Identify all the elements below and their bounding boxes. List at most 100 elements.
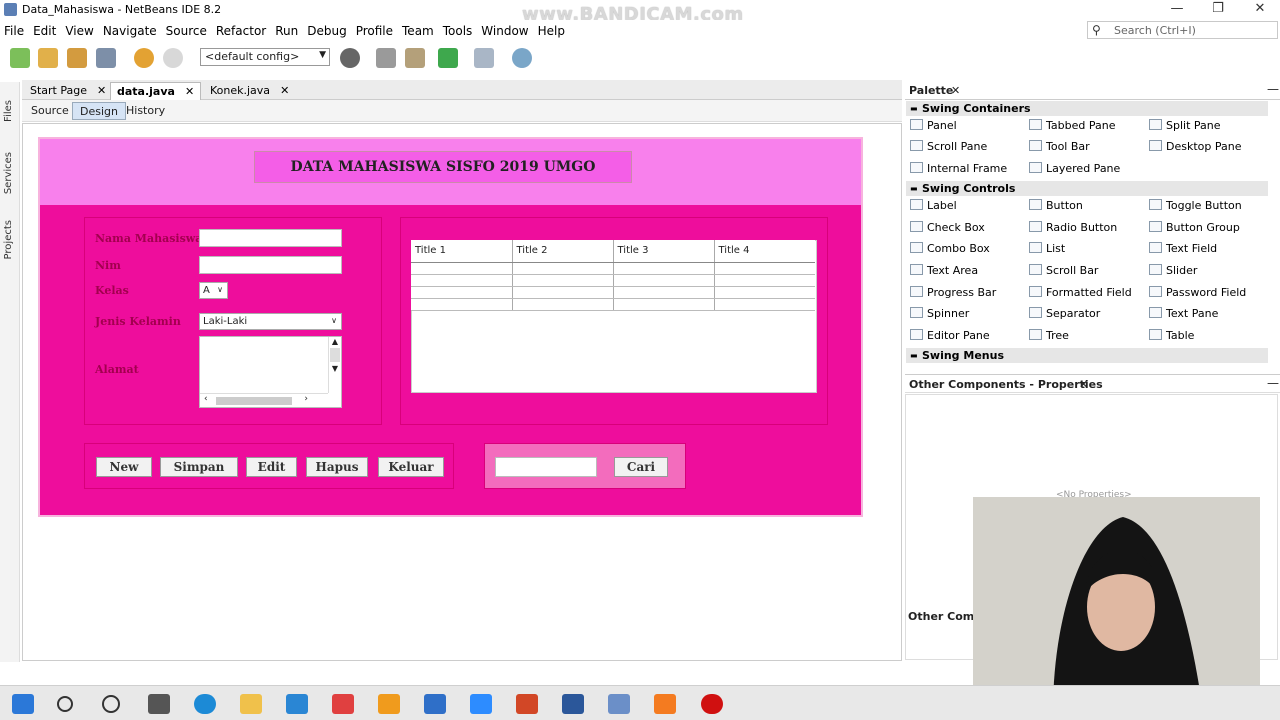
file-explorer-icon[interactable] bbox=[240, 694, 262, 714]
menu-source[interactable]: Source bbox=[166, 24, 207, 38]
table-header-3[interactable]: Title 3 bbox=[613, 240, 715, 263]
close-icon[interactable]: ✕ bbox=[1079, 378, 1088, 391]
new-project-icon[interactable] bbox=[38, 48, 58, 68]
open-project-icon[interactable] bbox=[67, 48, 87, 68]
horizontal-scrollbar[interactable]: ‹ › bbox=[200, 393, 328, 407]
palette-item-desktop-pane[interactable]: Desktop Pane bbox=[1149, 140, 1241, 153]
hapus-button[interactable]: Hapus bbox=[306, 457, 368, 477]
menu-debug[interactable]: Debug bbox=[307, 24, 346, 38]
minimize-button[interactable]: — bbox=[1157, 0, 1197, 20]
category-swing-containers[interactable]: ▬ Swing Containers bbox=[906, 101, 1268, 116]
globe-icon[interactable] bbox=[340, 48, 360, 68]
palette-item-layered-pane[interactable]: Layered Pane bbox=[1029, 162, 1120, 175]
palette-item-toggle-button[interactable]: Toggle Button bbox=[1149, 199, 1242, 212]
minimize-icon[interactable]: — bbox=[1267, 376, 1279, 390]
clean-build-icon[interactable] bbox=[405, 48, 425, 68]
side-tab-projects[interactable]: Projects bbox=[3, 220, 14, 259]
edge-icon[interactable] bbox=[194, 694, 216, 714]
netbeans-taskbar-icon[interactable] bbox=[608, 694, 630, 714]
search-input[interactable]: ⚲ Search (Ctrl+I) bbox=[1087, 21, 1278, 39]
tab-history[interactable]: History bbox=[119, 102, 172, 120]
debug-icon[interactable] bbox=[474, 48, 494, 68]
menu-help[interactable]: Help bbox=[538, 24, 565, 38]
palette-item-internal-frame[interactable]: Internal Frame bbox=[910, 162, 1007, 175]
palette-item-combo-box[interactable]: Combo Box bbox=[910, 242, 990, 255]
close-icon[interactable]: ✕ bbox=[185, 85, 194, 98]
menu-window[interactable]: Window bbox=[481, 24, 528, 38]
palette-item-spinner[interactable]: Spinner bbox=[910, 307, 969, 320]
alamat-textarea[interactable]: ▲ ▼ ‹ › bbox=[199, 336, 342, 408]
palette-item-scroll-bar[interactable]: Scroll Bar bbox=[1029, 264, 1098, 277]
palette-item-radio-button[interactable]: Radio Button bbox=[1029, 221, 1117, 234]
table-row[interactable] bbox=[411, 286, 815, 299]
run-icon[interactable] bbox=[438, 48, 458, 68]
category-swing-menus[interactable]: ▬ Swing Menus bbox=[906, 348, 1268, 363]
cari-field[interactable] bbox=[495, 457, 597, 477]
close-icon[interactable]: ✕ bbox=[97, 84, 106, 97]
table-row[interactable] bbox=[411, 262, 815, 275]
cari-button[interactable]: Cari bbox=[614, 457, 668, 477]
palette-item-editor-pane[interactable]: Editor Pane bbox=[910, 329, 990, 342]
windows-start-icon[interactable] bbox=[12, 694, 34, 714]
mail-icon[interactable] bbox=[286, 694, 308, 714]
undo-icon[interactable] bbox=[134, 48, 154, 68]
minimize-icon[interactable]: — bbox=[1267, 82, 1279, 96]
side-tab-services[interactable]: Services bbox=[3, 152, 14, 194]
tab-design[interactable]: Design bbox=[72, 102, 126, 120]
palette-item-password-field[interactable]: Password Field bbox=[1149, 286, 1246, 299]
word-icon[interactable] bbox=[562, 694, 584, 714]
close-window-button[interactable]: ✕ bbox=[1240, 0, 1280, 20]
close-icon[interactable]: ✕ bbox=[280, 84, 289, 97]
new-file-icon[interactable] bbox=[10, 48, 30, 68]
xampp-icon[interactable] bbox=[654, 694, 676, 714]
palette-item-list[interactable]: List bbox=[1029, 242, 1065, 255]
side-tab-files[interactable]: Files bbox=[3, 100, 14, 122]
table-header-2[interactable]: Title 2 bbox=[512, 240, 614, 263]
zoom-icon[interactable] bbox=[470, 694, 492, 714]
palette-item-tool-bar[interactable]: Tool Bar bbox=[1029, 140, 1090, 153]
keluar-button[interactable]: Keluar bbox=[378, 457, 444, 477]
menu-edit[interactable]: Edit bbox=[33, 24, 56, 38]
data-table[interactable]: Title 1 Title 2 Title 3 Title 4 bbox=[411, 240, 815, 311]
vertical-scrollbar[interactable]: ▲ ▼ bbox=[328, 337, 341, 393]
palette-item-tabbed-pane[interactable]: Tabbed Pane bbox=[1029, 119, 1115, 132]
cortana-icon[interactable] bbox=[102, 695, 120, 713]
tab-source[interactable]: Source bbox=[24, 102, 76, 120]
palette-item-slider[interactable]: Slider bbox=[1149, 264, 1197, 277]
build-hammer-icon[interactable] bbox=[376, 48, 396, 68]
menu-run[interactable]: Run bbox=[275, 24, 298, 38]
palette-item-split-pane[interactable]: Split Pane bbox=[1149, 119, 1221, 132]
edit-button[interactable]: Edit bbox=[246, 457, 297, 477]
palette-item-table[interactable]: Table bbox=[1149, 329, 1194, 342]
palette-item-text-pane[interactable]: Text Pane bbox=[1149, 307, 1218, 320]
tab-start-page[interactable]: Start Page ✕ bbox=[24, 82, 112, 100]
nim-field[interactable] bbox=[199, 256, 342, 274]
simpan-button[interactable]: Simpan bbox=[160, 457, 238, 477]
palette-item-label[interactable]: Label bbox=[910, 199, 957, 212]
menu-profile[interactable]: Profile bbox=[356, 24, 393, 38]
store-icon[interactable] bbox=[332, 694, 354, 714]
save-all-icon[interactable] bbox=[96, 48, 116, 68]
maximize-button[interactable]: ❐ bbox=[1198, 0, 1238, 20]
tab-data-java[interactable]: data.java ✕ bbox=[110, 82, 202, 100]
table-row[interactable] bbox=[411, 298, 815, 311]
palette-item-scroll-pane[interactable]: Scroll Pane bbox=[910, 140, 987, 153]
palette-item-check-box[interactable]: Check Box bbox=[910, 221, 985, 234]
table-header-1[interactable]: Title 1 bbox=[411, 240, 513, 263]
menu-team[interactable]: Team bbox=[402, 24, 434, 38]
menu-refactor[interactable]: Refactor bbox=[216, 24, 266, 38]
profile-icon[interactable] bbox=[512, 48, 532, 68]
close-icon[interactable]: ✕ bbox=[951, 84, 960, 97]
palette-item-button[interactable]: Button bbox=[1029, 199, 1083, 212]
search-icon[interactable] bbox=[57, 696, 73, 712]
palette-item-text-area[interactable]: Text Area bbox=[910, 264, 978, 277]
palette-item-separator[interactable]: Separator bbox=[1029, 307, 1100, 320]
redo-icon[interactable] bbox=[163, 48, 183, 68]
menu-tools[interactable]: Tools bbox=[443, 24, 473, 38]
palette-item-text-field[interactable]: Text Field bbox=[1149, 242, 1217, 255]
task-view-icon[interactable] bbox=[148, 694, 170, 714]
nama-field[interactable] bbox=[199, 229, 342, 247]
jenis-kelamin-combo[interactable]: Laki-Laki ∨ bbox=[199, 313, 342, 330]
palette-item-panel[interactable]: Panel bbox=[910, 119, 957, 132]
tab-konek-java[interactable]: Konek.java ✕ bbox=[204, 82, 295, 100]
